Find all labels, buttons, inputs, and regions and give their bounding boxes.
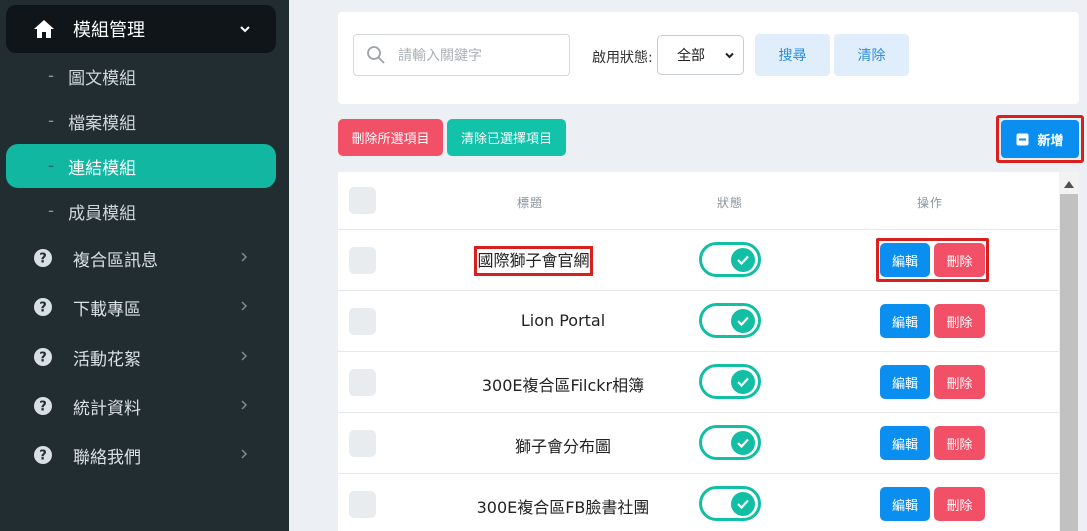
- status-filter-label: 啟用狀態:: [592, 50, 653, 66]
- table-row: 國際獅子會官網 編輯 刪除: [338, 230, 1059, 291]
- search-placeholder: 請輸入關鍵字: [398, 48, 482, 64]
- sidebar-group-events[interactable]: ? 活動花絮: [6, 335, 276, 379]
- question-circle-icon: ?: [34, 397, 52, 415]
- delete-button[interactable]: 刪除: [934, 304, 985, 338]
- chevron-right-icon: [241, 351, 248, 361]
- delete-button[interactable]: 刪除: [934, 365, 985, 399]
- search-icon: [367, 46, 385, 64]
- question-circle-icon: ?: [34, 348, 52, 366]
- question-circle-icon: ?: [34, 446, 52, 464]
- sidebar-group-label: 聯絡我們: [73, 447, 141, 468]
- table-scrollbar[interactable]: [1059, 172, 1079, 531]
- sidebar-group-downloads[interactable]: ? 下載專區: [6, 285, 276, 329]
- status-toggle[interactable]: [699, 486, 761, 521]
- check-icon: [737, 499, 749, 510]
- sidebar: 模組管理 - 圖文模組 - 檔案模組 - 連結模組 - 成員模組 ? 複合區訊息…: [0, 0, 289, 531]
- svg-text:?: ?: [39, 449, 47, 464]
- question-circle-icon: ?: [34, 249, 52, 267]
- add-icon: [1016, 133, 1029, 145]
- check-icon: [737, 255, 749, 266]
- delete-button[interactable]: 刪除: [934, 487, 985, 521]
- svg-text:?: ?: [39, 400, 47, 415]
- sidebar-group-label: 統計資料: [73, 398, 141, 419]
- scrollbar-thumb[interactable]: [1060, 194, 1078, 531]
- row-title: 國際獅子會官網: [474, 246, 593, 276]
- sidebar-subitem-graphic-module[interactable]: - 圖文模組: [6, 54, 276, 98]
- sidebar-group-label: 複合區訊息: [73, 250, 158, 271]
- search-panel: 請輸入關鍵字 啟用狀態: 全部 搜尋 清除: [338, 12, 1079, 104]
- sidebar-group-contact[interactable]: ? 聯絡我們: [6, 433, 276, 477]
- sidebar-group-district-news[interactable]: ? 複合區訊息: [6, 236, 276, 280]
- add-button-highlight: 新增: [996, 115, 1084, 163]
- chevron-right-icon: [241, 400, 248, 410]
- chevron-down-icon: [725, 52, 734, 59]
- links-table: 標題 狀態 操作 國際獅子會官網 編輯 刪除 Lion Portal 編輯 刪除…: [338, 172, 1059, 531]
- table-row: Lion Portal 編輯 刪除: [338, 291, 1059, 352]
- select-all-checkbox[interactable]: [349, 187, 376, 214]
- sidebar-item-label: 模組管理: [73, 20, 145, 41]
- header-status: 狀態: [717, 196, 744, 210]
- status-filter-select[interactable]: 全部: [657, 35, 744, 75]
- sidebar-subitem-label: 連結模組: [68, 158, 137, 179]
- home-icon: [34, 20, 54, 38]
- sidebar-group-statistics[interactable]: ? 統計資料: [6, 384, 276, 428]
- sidebar-subitem-label: 圖文模組: [68, 68, 137, 89]
- clear-selected-button[interactable]: 清除已選擇項目: [447, 119, 566, 156]
- chevron-right-icon: [241, 252, 248, 262]
- chevron-right-icon: [241, 301, 248, 311]
- status-toggle[interactable]: [699, 425, 761, 460]
- question-circle-icon: ?: [34, 298, 52, 316]
- check-icon: [737, 316, 749, 327]
- status-toggle[interactable]: [699, 242, 761, 277]
- edit-button[interactable]: 編輯: [880, 365, 930, 399]
- delete-button[interactable]: 刪除: [934, 426, 985, 460]
- clear-button[interactable]: 清除: [834, 34, 909, 76]
- status-filter-value: 全部: [677, 48, 705, 64]
- check-icon: [737, 377, 749, 388]
- edit-button[interactable]: 編輯: [880, 426, 930, 460]
- add-button[interactable]: 新增: [1001, 120, 1079, 158]
- sidebar-group-label: 活動花絮: [73, 349, 141, 370]
- chevron-right-icon: [241, 449, 248, 459]
- sidebar-subitem-member-module[interactable]: - 成員模組: [6, 189, 276, 233]
- sidebar-subitem-label: 檔案模組: [68, 113, 137, 134]
- check-icon: [737, 438, 749, 449]
- status-toggle[interactable]: [699, 364, 761, 399]
- svg-text:?: ?: [39, 351, 47, 366]
- edit-button[interactable]: 編輯: [880, 304, 930, 338]
- table-row: 獅子會分布圖 編輯 刪除: [338, 413, 1059, 474]
- sidebar-subitem-file-module[interactable]: - 檔案模組: [6, 99, 276, 143]
- sidebar-subitem-link-module[interactable]: - 連結模組: [6, 144, 276, 188]
- delete-selected-button[interactable]: 刪除所選項目: [338, 119, 443, 156]
- sidebar-group-label: 下載專區: [73, 299, 141, 320]
- svg-text:?: ?: [39, 252, 47, 267]
- search-input[interactable]: 請輸入關鍵字: [353, 34, 570, 76]
- scroll-up-arrow-icon[interactable]: [1064, 180, 1074, 188]
- sidebar-item-module-management[interactable]: 模組管理: [6, 5, 276, 53]
- chevron-down-icon: [240, 26, 250, 33]
- edit-button[interactable]: 編輯: [880, 243, 930, 277]
- row-checkbox[interactable]: [349, 247, 376, 274]
- status-toggle[interactable]: [699, 303, 761, 338]
- header-actions: 操作: [917, 196, 944, 210]
- table-row: 300E複合區Filckr相簿 編輯 刪除: [338, 352, 1059, 413]
- table-row: 300E複合區FB臉書社團 編輯 刪除: [338, 474, 1059, 531]
- table-header: 標題 狀態 操作: [338, 172, 1059, 230]
- edit-button[interactable]: 編輯: [880, 487, 930, 521]
- add-button-label: 新增: [1037, 133, 1064, 149]
- sidebar-subitem-label: 成員模組: [68, 203, 137, 224]
- svg-text:?: ?: [39, 301, 47, 316]
- search-button[interactable]: 搜尋: [755, 34, 830, 76]
- delete-button[interactable]: 刪除: [934, 243, 985, 277]
- header-title: 標題: [517, 196, 544, 210]
